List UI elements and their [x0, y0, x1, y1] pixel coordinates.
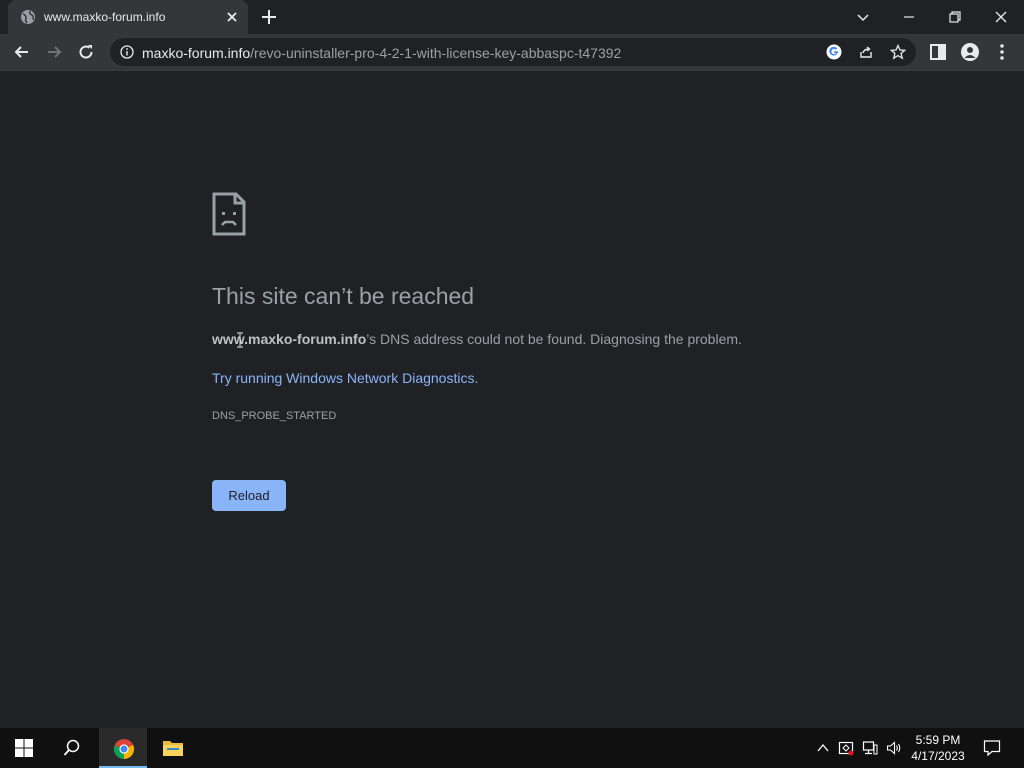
- browser-toolbar: maxko-forum.info/revo-uninstaller-pro-4-…: [0, 34, 1024, 71]
- globe-icon: [21, 10, 35, 24]
- error-message: www.maxko-forum.info’s DNS address could…: [212, 331, 742, 347]
- share-icon[interactable]: [858, 44, 874, 60]
- close-tab-icon[interactable]: [224, 9, 240, 25]
- tab-title: www.maxko-forum.info: [44, 10, 166, 24]
- sad-page-icon: [212, 192, 246, 236]
- new-tab-icon[interactable]: [260, 8, 278, 26]
- error-page: This site can’t be reached www.maxko-for…: [0, 71, 1024, 728]
- tray-app-icon[interactable]: [838, 740, 854, 756]
- side-panel-icon[interactable]: [928, 42, 948, 62]
- clock-time: 5:59 PM: [915, 733, 961, 747]
- error-heading: This site can’t be reached: [212, 283, 475, 309]
- forward-arrow-icon[interactable]: [44, 42, 64, 62]
- url-host: maxko-forum.info: [142, 45, 251, 61]
- volume-icon[interactable]: [886, 740, 902, 756]
- folder-icon: [163, 741, 183, 756]
- notifications-icon[interactable]: [983, 739, 1001, 757]
- google-lens-icon[interactable]: [826, 44, 842, 60]
- search-icon: [63, 739, 80, 756]
- back-arrow-icon[interactable]: [12, 42, 32, 62]
- bookmark-star-icon[interactable]: [890, 44, 906, 60]
- taskbar-chrome[interactable]: [99, 728, 147, 768]
- text-cursor-icon: [237, 332, 243, 348]
- network-diagnostics-link[interactable]: Try running Windows Network Diagnostics.: [212, 370, 478, 386]
- tab-search-icon[interactable]: [852, 6, 874, 28]
- url-text[interactable]: maxko-forum.info/revo-uninstaller-pro-4-…: [142, 45, 621, 61]
- clock-date: 4/17/2023: [911, 749, 965, 763]
- tab-active[interactable]: www.maxko-forum.info: [8, 0, 248, 34]
- chevron-up-icon[interactable]: [815, 740, 831, 756]
- taskbar-file-explorer[interactable]: [148, 728, 196, 768]
- site-info-icon[interactable]: [120, 45, 134, 59]
- reload-icon[interactable]: [76, 42, 96, 62]
- address-bar[interactable]: maxko-forum.info/revo-uninstaller-pro-4-…: [110, 38, 916, 66]
- restore-icon[interactable]: [944, 6, 966, 28]
- tab-strip: www.maxko-forum.info: [0, 0, 1024, 34]
- windows-logo-icon: [15, 739, 33, 757]
- reload-button[interactable]: Reload: [212, 480, 286, 511]
- minimize-icon[interactable]: [898, 6, 920, 28]
- profile-avatar-icon[interactable]: [960, 42, 980, 62]
- search-button[interactable]: [48, 728, 96, 768]
- windows-taskbar: 5:59 PM 4/17/2023: [0, 728, 1024, 768]
- network-icon[interactable]: [862, 740, 878, 756]
- error-message-text: ’s DNS address could not be found. Diagn…: [366, 331, 742, 347]
- close-window-icon[interactable]: [990, 6, 1012, 28]
- url-path: /revo-uninstaller-pro-4-2-1-with-license…: [250, 45, 622, 61]
- error-code: DNS_PROBE_STARTED: [212, 410, 337, 422]
- system-clock[interactable]: 5:59 PM 4/17/2023: [906, 732, 970, 764]
- menu-kebab-icon[interactable]: [992, 42, 1012, 62]
- chrome-icon: [113, 739, 135, 760]
- start-button[interactable]: [0, 728, 48, 768]
